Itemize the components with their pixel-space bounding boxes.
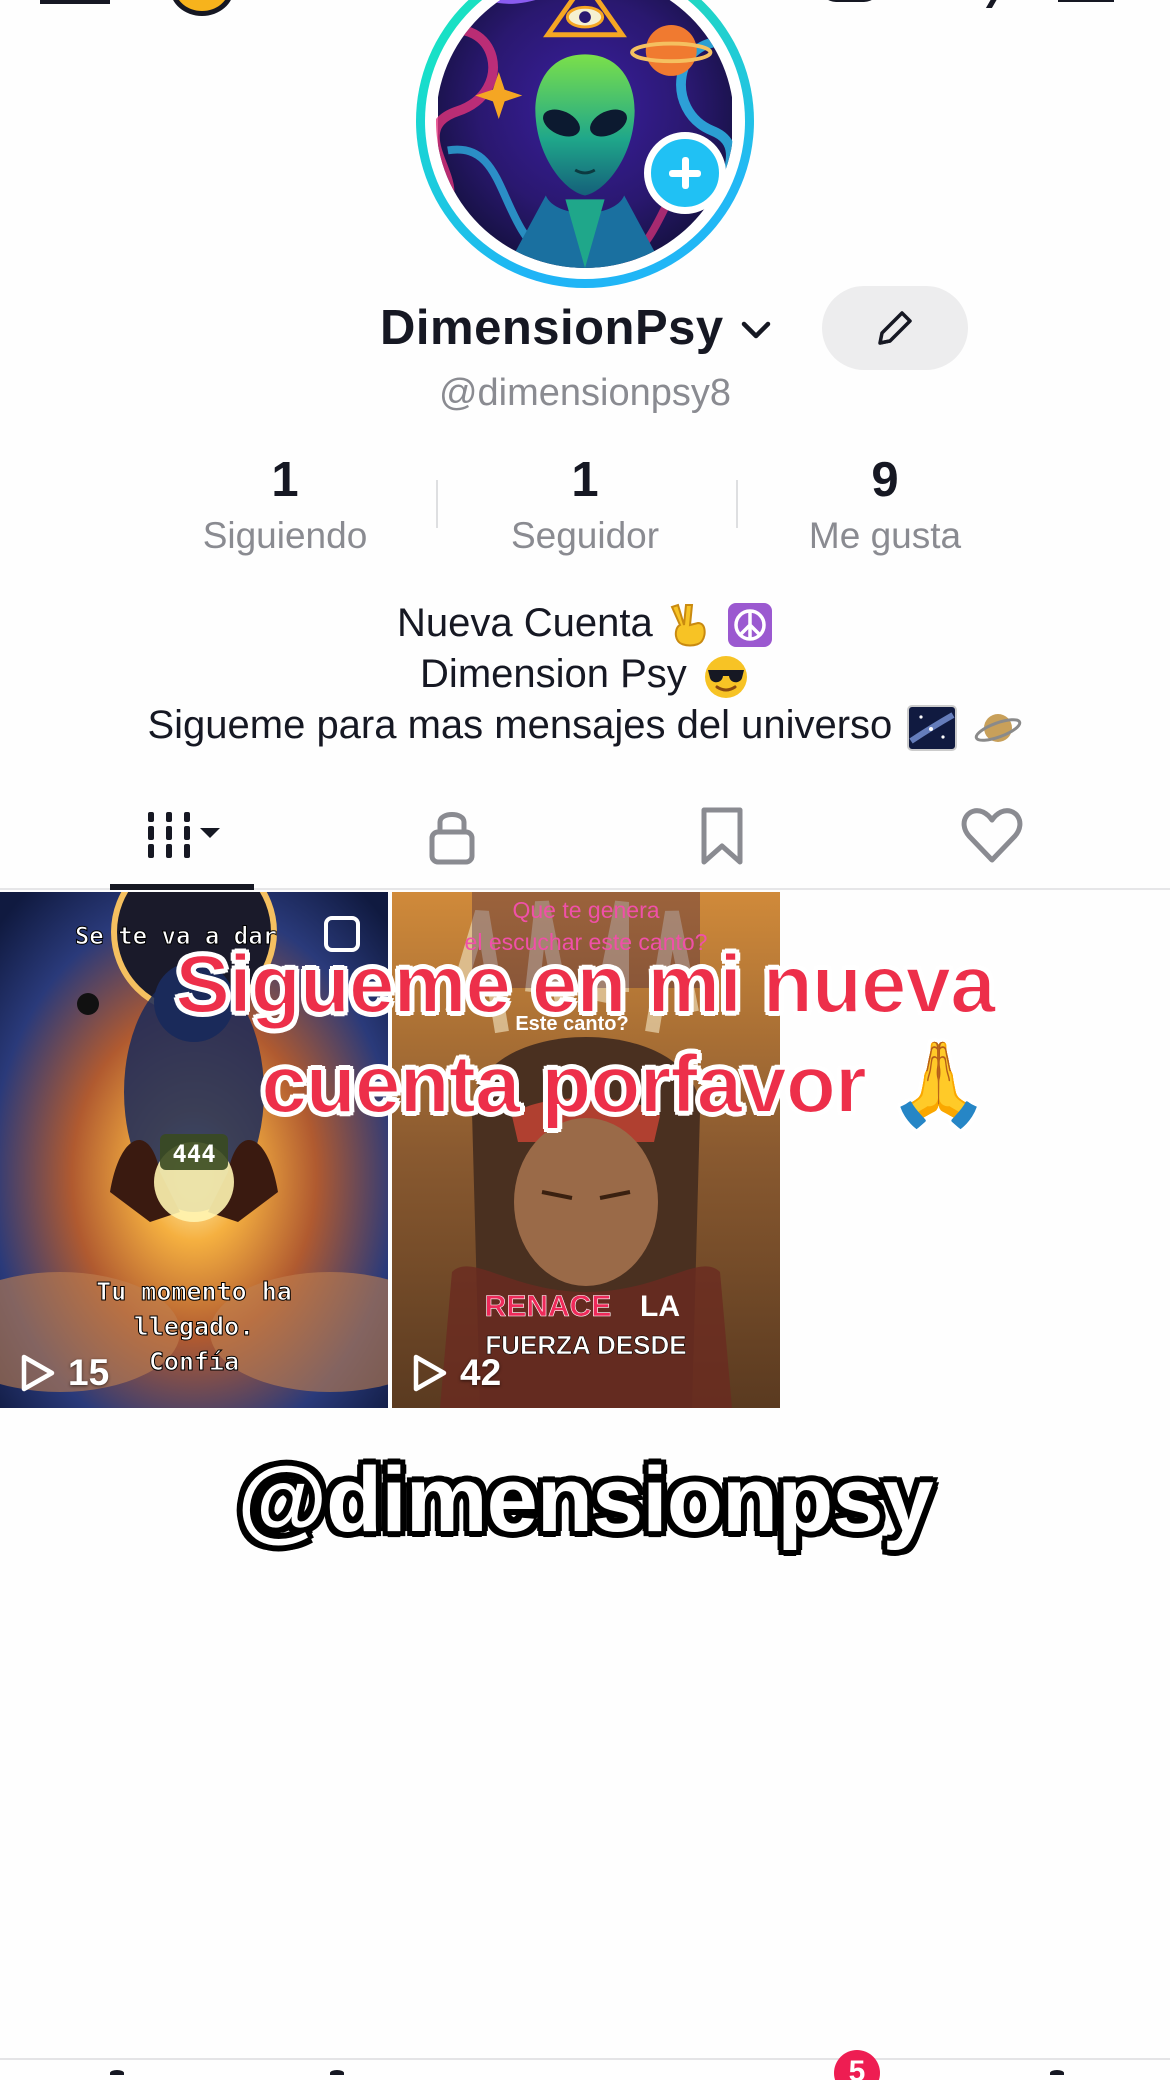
view-count-value: 42 bbox=[460, 1352, 502, 1393]
svg-text:el escuchar este canto?: el escuchar este canto? bbox=[465, 929, 708, 955]
victory-hand-icon bbox=[670, 604, 706, 647]
play-icon bbox=[413, 1354, 447, 1392]
followers-label: Seguidor bbox=[510, 515, 660, 556]
peace-symbol-icon bbox=[727, 603, 772, 648]
chevron-down-icon[interactable] bbox=[738, 312, 774, 348]
overlay-handle-caption: @dimensionpsy bbox=[237, 1449, 933, 1551]
video-grid: 444 Se te va a dar Tu momento ha llegado… bbox=[0, 892, 1170, 1408]
cosmic-hands-image: 444 Se te va a dar Tu momento ha llegado… bbox=[0, 892, 388, 1408]
divider bbox=[436, 480, 438, 528]
svg-text:RENACE: RENACE bbox=[485, 1290, 612, 1323]
svg-text:FUERZA DESDE: FUERZA DESDE bbox=[485, 1330, 686, 1360]
active-tab-indicator bbox=[110, 884, 254, 890]
svg-text:Se te va a dar: Se te va a dar bbox=[75, 922, 277, 950]
home-icon[interactable] bbox=[110, 2070, 124, 2076]
stat-likes[interactable]: 9 Me gusta bbox=[755, 450, 1015, 560]
stat-following[interactable]: 1 Siguiendo bbox=[155, 450, 415, 560]
display-name[interactable]: DimensionPsy bbox=[380, 300, 724, 356]
video-thumbnail[interactable]: 444 Se te va a dar Tu momento ha llegado… bbox=[0, 892, 388, 1408]
ringed-planet-icon bbox=[974, 713, 1021, 742]
bio-line-1: Nueva Cuenta bbox=[0, 598, 1170, 649]
lock-icon bbox=[429, 812, 475, 865]
svg-text:444: 444 bbox=[172, 1140, 215, 1168]
svg-text:Este canto?: Este canto? bbox=[515, 1013, 628, 1035]
followers-count: 1 bbox=[571, 453, 599, 507]
view-count: 15 bbox=[18, 1350, 109, 1396]
profile-icon[interactable] bbox=[1050, 2070, 1064, 2076]
divider bbox=[736, 480, 738, 528]
svg-text:Tu momento ha: Tu momento ha bbox=[96, 1277, 292, 1306]
likes-label: Me gusta bbox=[808, 515, 962, 556]
svg-text:LA: LA bbox=[640, 1290, 680, 1323]
bio-line-3: Sigueme para mas mensajes del universo bbox=[0, 700, 1170, 751]
stat-followers[interactable]: 1 Seguidor bbox=[455, 450, 715, 560]
heart-icon bbox=[961, 808, 1023, 863]
share-icon[interactable] bbox=[931, 0, 1009, 8]
tab-saved[interactable] bbox=[632, 790, 812, 890]
add-story-button[interactable] bbox=[644, 132, 726, 214]
native-chief-image: Que te genera el escuchar este canto? Es… bbox=[392, 892, 780, 1408]
footprint-icon[interactable] bbox=[820, 0, 880, 2]
caret-down-icon bbox=[200, 828, 220, 838]
friends-icon[interactable] bbox=[330, 2070, 344, 2076]
tab-videos[interactable] bbox=[92, 790, 272, 890]
bookmark-icon bbox=[701, 807, 743, 865]
add-friend-icon[interactable] bbox=[40, 0, 110, 4]
menu-icon[interactable] bbox=[1058, 0, 1114, 2]
tab-private[interactable] bbox=[362, 790, 542, 890]
play-icon bbox=[21, 1354, 55, 1392]
sunglasses-face-icon bbox=[704, 655, 747, 698]
username-handle: @dimensionpsy8 bbox=[438, 372, 732, 414]
edit-profile-button[interactable] bbox=[822, 286, 968, 370]
profile-tabs bbox=[0, 790, 1170, 890]
bottom-nav: 5 bbox=[0, 2050, 1170, 2080]
streak-icon[interactable] bbox=[170, 0, 234, 16]
grid-icon bbox=[148, 812, 220, 858]
bio-line-2: Dimension Psy bbox=[0, 649, 1170, 700]
video-thumbnail[interactable]: Que te genera el escuchar este canto? Es… bbox=[392, 892, 780, 1408]
following-label: Siguiendo bbox=[202, 515, 368, 556]
svg-text:Confía: Confía bbox=[149, 1347, 239, 1376]
inbox-badge[interactable]: 5 bbox=[834, 2050, 880, 2080]
profile-stats: 1 Siguiendo 1 Seguidor 9 Me gusta bbox=[0, 450, 1170, 560]
view-count-value: 15 bbox=[68, 1352, 110, 1393]
pencil-icon bbox=[878, 311, 912, 345]
likes-count: 9 bbox=[871, 453, 899, 507]
name-row: DimensionPsy bbox=[0, 286, 1170, 370]
svg-text:llegado.: llegado. bbox=[134, 1312, 254, 1341]
milky-way-icon bbox=[907, 704, 958, 751]
view-count: 42 bbox=[410, 1350, 501, 1396]
svg-text:Que te genera: Que te genera bbox=[512, 897, 659, 923]
following-count: 1 bbox=[271, 453, 299, 507]
tab-liked[interactable] bbox=[902, 790, 1082, 890]
bio: Nueva Cuenta Dimension Psy Sigueme para … bbox=[0, 598, 1170, 752]
avatar[interactable] bbox=[416, 0, 754, 288]
